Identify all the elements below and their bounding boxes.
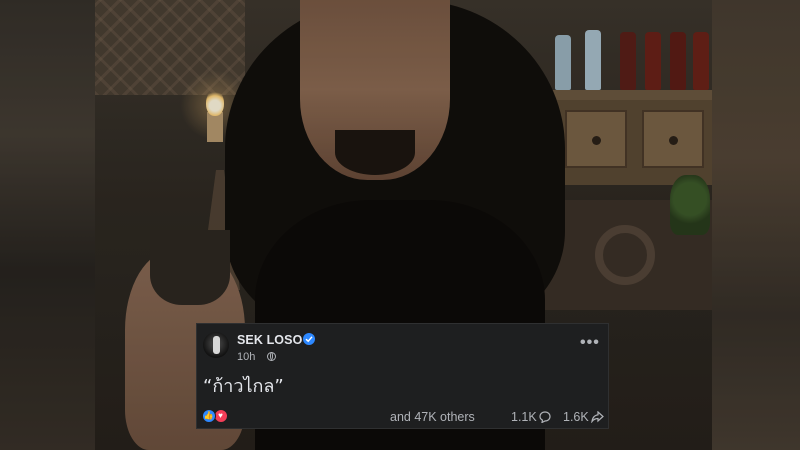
share-icon — [590, 411, 604, 423]
post-time[interactable]: 10h — [237, 351, 255, 363]
comment-icon — [539, 411, 551, 423]
shares-count[interactable]: 1.6K — [563, 410, 604, 424]
post-text: “ก้าวไกล” — [203, 376, 284, 397]
reactions-summary[interactable]: and 47K others — [390, 410, 475, 424]
page-avatar[interactable] — [203, 332, 229, 358]
more-options-button[interactable]: ••• — [580, 334, 600, 352]
verified-badge-icon — [303, 333, 315, 345]
shares-count-value: 1.6K — [563, 410, 589, 424]
comments-count-value: 1.1K — [511, 410, 537, 424]
like-icon[interactable]: 👍 — [202, 409, 216, 423]
love-icon[interactable]: ♥ — [214, 409, 228, 423]
blurred-left-panel — [0, 0, 95, 450]
page-name[interactable]: SEK LOSO — [237, 333, 302, 347]
blurred-right-panel — [712, 0, 800, 450]
comments-count[interactable]: 1.1K — [511, 410, 551, 424]
globe-icon — [267, 352, 276, 361]
facebook-post-card: SEK LOSO 10h ••• “ก้าวไกล” 👍 ♥ and 47K o… — [196, 323, 609, 429]
